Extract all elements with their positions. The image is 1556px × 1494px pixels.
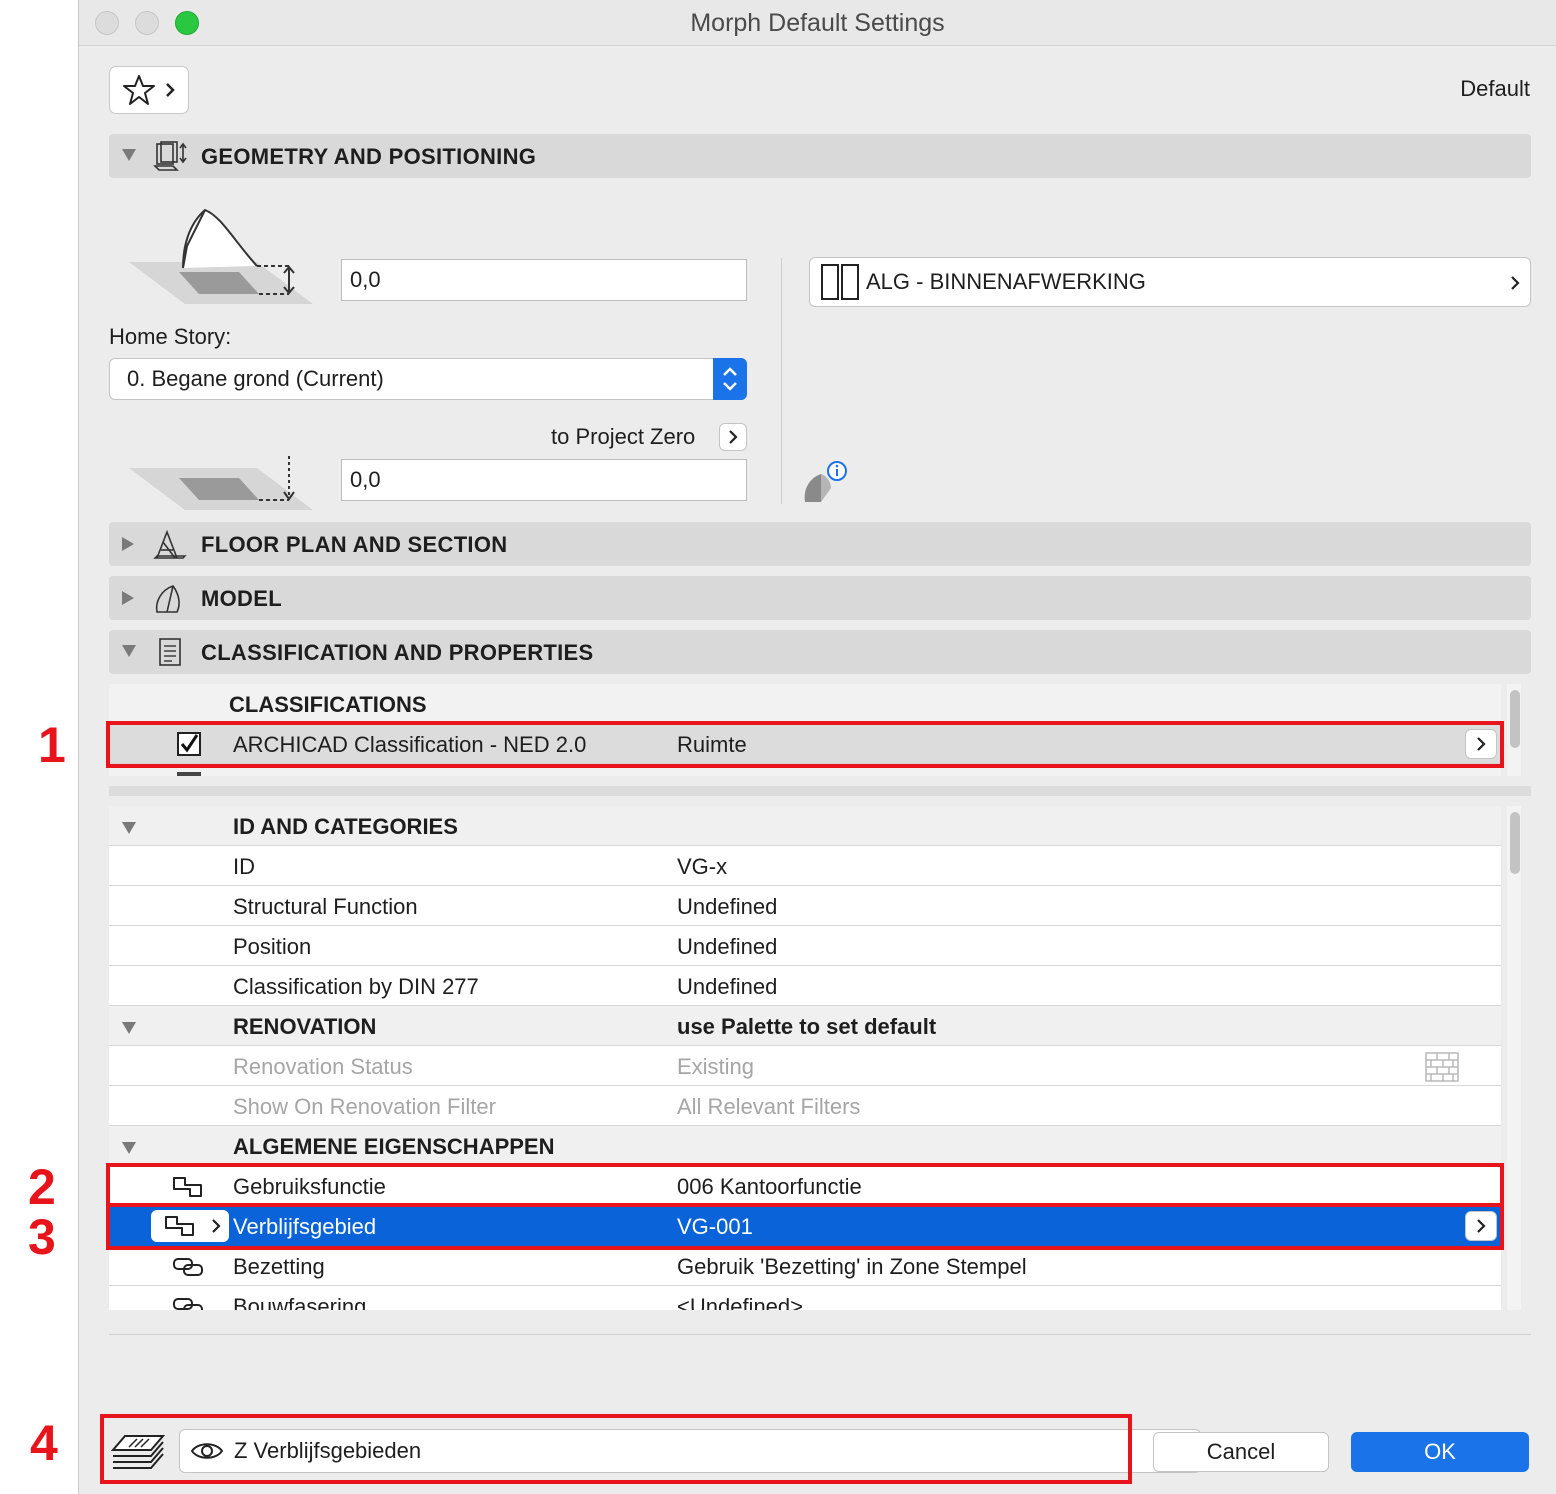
chevron-right-icon [1511, 276, 1520, 290]
disclosure-open-icon [122, 1142, 136, 1154]
property-value[interactable]: VG-x [677, 854, 727, 880]
scrollbar-thumb[interactable] [1510, 812, 1520, 874]
home-story-stepper[interactable] [713, 358, 747, 400]
property-row: Show On Renovation Filter All Relevant F… [109, 1086, 1501, 1126]
property-group-row[interactable]: ALGEMENE EIGENSCHAPPEN [109, 1126, 1501, 1166]
disclosure-open-icon [122, 822, 136, 834]
property-row[interactable]: Classification by DIN 277 Undefined [109, 966, 1501, 1006]
property-value[interactable]: <Undefined> [677, 1294, 803, 1310]
section-classification[interactable]: CLASSIFICATION AND PROPERTIES [109, 630, 1531, 674]
group-label: ID AND CATEGORIES [233, 814, 458, 839]
window-title: Morph Default Settings [690, 9, 945, 37]
morph-info-icon [804, 461, 847, 502]
cancel-button[interactable]: Cancel [1153, 1432, 1329, 1472]
property-row[interactable]: Bezetting Gebruik 'Bezetting' in Zone St… [109, 1246, 1501, 1286]
property-group-row[interactable]: RENOVATION use Palette to set default [109, 1006, 1501, 1046]
property-value[interactable]: Undefined [677, 934, 777, 960]
disclosure-open-icon [122, 645, 136, 657]
property-value: All Relevant Filters [677, 1094, 861, 1119]
geometry-icon [153, 141, 187, 171]
chevron-right-icon [729, 430, 738, 444]
section-label: GEOMETRY AND POSITIONING [201, 144, 537, 169]
property-group-row[interactable]: ID AND CATEGORIES [109, 806, 1501, 846]
property-label: Bouwfasering [233, 1294, 367, 1310]
property-row[interactable]: Structural Function Undefined [109, 886, 1501, 926]
section-model[interactable]: MODEL [109, 576, 1531, 620]
property-value[interactable]: Undefined [677, 974, 777, 1000]
scrollbar-thumb[interactable] [1510, 690, 1520, 748]
property-label: Bezetting [233, 1254, 325, 1279]
property-value: Existing [677, 1054, 755, 1079]
properties-document-icon [159, 638, 181, 666]
property-label: Classification by DIN 277 [233, 974, 479, 999]
property-row: Renovation Status Existing [109, 1046, 1501, 1086]
properties-scrollbar[interactable] [1507, 806, 1521, 1310]
classifications-scrollbar[interactable] [1507, 684, 1521, 776]
annotation-3: 3 [28, 1209, 56, 1265]
default-label: Default [1460, 76, 1530, 101]
floor-plan-icon [153, 529, 187, 559]
property-value[interactable]: Gebruik 'Bezetting' in Zone Stempel [677, 1254, 1027, 1280]
favorites-button[interactable] [109, 66, 189, 114]
home-story-label: Home Story: [109, 324, 232, 349]
section-floor-plan[interactable]: FLOOR PLAN AND SECTION [109, 522, 1531, 566]
brick-wall-icon [1425, 1052, 1459, 1082]
title-bar: Morph Default Settings [79, 0, 1556, 46]
annotation-1: 1 [38, 717, 66, 773]
model-icon [155, 585, 180, 613]
panel-splitter[interactable] [109, 786, 1531, 796]
property-label: Show On Renovation Filter [233, 1094, 496, 1119]
property-label: ID [233, 854, 255, 879]
reference-level-button[interactable] [719, 423, 747, 451]
reference-level-label: to Project Zero [551, 424, 696, 449]
property-label: Position [233, 934, 312, 959]
classifications-header: CLASSIFICATIONS [229, 692, 427, 717]
highlight-box-3 [106, 1203, 1504, 1250]
disclosure-closed-icon [122, 591, 134, 605]
group-label: RENOVATION [233, 1014, 377, 1039]
property-value[interactable]: Undefined [677, 894, 777, 920]
property-row[interactable]: Position Undefined [109, 926, 1501, 966]
section-label: FLOOR PLAN AND SECTION [201, 532, 508, 557]
clipped-row-hint [177, 772, 201, 776]
chevron-right-icon [166, 83, 175, 97]
star-icon [123, 75, 155, 105]
building-material-value: ALG - BINNENAFWERKING [866, 269, 1146, 294]
property-row[interactable]: Bouwfasering <Undefined> [109, 1286, 1501, 1310]
disclosure-closed-icon [122, 537, 134, 551]
disclosure-open-icon [122, 1022, 136, 1034]
home-story-value: 0. Begane grond (Current) [127, 366, 384, 391]
morph-height-icon [129, 208, 313, 304]
highlight-box-1 [106, 721, 1504, 768]
highlight-box-2 [106, 1163, 1504, 1207]
building-material-select[interactable]: ALG - BINNENAFWERKING [809, 257, 1531, 307]
property-label: Renovation Status [233, 1054, 413, 1079]
column-divider [781, 258, 782, 504]
building-material-icon [821, 264, 859, 300]
linked-property-icon [173, 1298, 203, 1310]
annotation-4: 4 [30, 1415, 58, 1471]
linked-property-icon [173, 1258, 203, 1276]
section-label: CLASSIFICATION AND PROPERTIES [201, 640, 594, 665]
ok-button[interactable]: OK [1351, 1432, 1529, 1472]
property-row[interactable]: ID VG-x [109, 846, 1501, 886]
group-label: ALGEMENE EIGENSCHAPPEN [233, 1134, 555, 1159]
height-input[interactable]: 0,0 [341, 259, 747, 301]
property-label: Structural Function [233, 894, 418, 919]
chevron-up-down-icon [723, 367, 737, 391]
footer-divider [109, 1334, 1531, 1335]
home-story-select[interactable]: 0. Begane grond (Current) [109, 358, 747, 400]
disclosure-open-icon [122, 149, 136, 161]
highlight-box-4 [100, 1414, 1132, 1484]
section-label: MODEL [201, 586, 282, 611]
offset-input[interactable]: 0,0 [341, 459, 747, 501]
section-geometry[interactable]: GEOMETRY AND POSITIONING [109, 134, 1531, 178]
group-value: use Palette to set default [677, 1014, 937, 1039]
offset-icon [129, 456, 313, 510]
